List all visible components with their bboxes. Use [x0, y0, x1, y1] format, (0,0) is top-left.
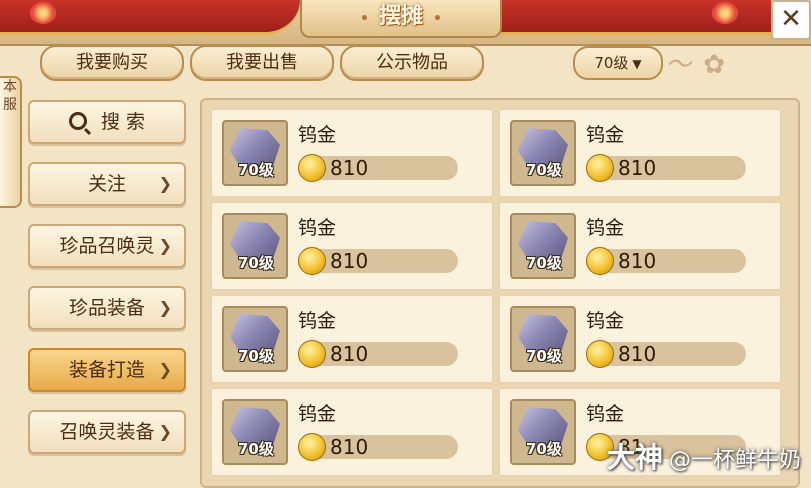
- item-price: 810: [330, 435, 369, 459]
- item-price: 810: [618, 249, 657, 273]
- menu-equipment-forge[interactable]: 装备打造 ❯: [28, 348, 186, 392]
- item-thumbnail: 70级: [222, 399, 288, 465]
- item-level: 70级: [238, 254, 274, 272]
- price-bar: 810: [586, 154, 746, 182]
- flower-icon: [712, 2, 738, 24]
- price-bar: 810: [298, 340, 458, 368]
- menu-search[interactable]: 搜 索: [28, 100, 186, 144]
- item-card[interactable]: 70级 钨金 810: [498, 294, 782, 384]
- side-tab[interactable]: 本服: [0, 76, 22, 208]
- coin-icon: [586, 340, 614, 368]
- item-thumbnail: 70级: [222, 213, 288, 279]
- flower-icon: [30, 2, 56, 24]
- menu-follow[interactable]: 关注 ❯: [28, 162, 186, 206]
- coin-icon: [298, 340, 326, 368]
- price-bar: 810: [298, 433, 458, 461]
- item-name: 钨金: [298, 217, 337, 239]
- menu-rare-equipment[interactable]: 珍品装备 ❯: [28, 286, 186, 330]
- level-select-value: 70级: [594, 54, 629, 72]
- item-card[interactable]: 70级 钨金 810: [210, 294, 494, 384]
- item-price: 810: [330, 156, 369, 180]
- item-level: 70级: [526, 347, 562, 365]
- price-bar: 810: [298, 154, 458, 182]
- tab-sell[interactable]: 我要出售: [190, 45, 334, 81]
- price-bar: 810: [586, 247, 746, 275]
- item-name: 钨金: [586, 310, 625, 332]
- coin-icon: [298, 247, 326, 275]
- menu-label: 关注: [87, 173, 126, 195]
- price-bar: 810: [298, 247, 458, 275]
- item-thumbnail: 70级: [510, 306, 576, 372]
- menu-summon-equipment[interactable]: 召唤灵装备 ❯: [28, 410, 186, 454]
- chevron-right-icon: ❯: [158, 174, 172, 193]
- item-thumbnail: 70级: [510, 120, 576, 186]
- item-card[interactable]: 70级 钨金 810: [210, 387, 494, 477]
- item-card[interactable]: 70级 钨金 810: [498, 201, 782, 291]
- item-level: 70级: [526, 440, 562, 458]
- chevron-right-icon: ❯: [158, 422, 172, 441]
- item-name: 钨金: [586, 403, 625, 425]
- item-card[interactable]: 70级 钨金 810: [498, 108, 782, 198]
- menu-label: 装备打造: [68, 359, 145, 381]
- item-price: 810: [618, 342, 657, 366]
- close-icon: ✕: [780, 4, 802, 34]
- search-icon: [68, 112, 87, 130]
- item-name: 钨金: [586, 124, 625, 146]
- side-tab-label: 本服: [3, 79, 17, 113]
- item-thumbnail: 70级: [510, 213, 576, 279]
- chevron-right-icon: ❯: [158, 236, 172, 255]
- close-button[interactable]: ✕: [771, 0, 811, 40]
- level-select[interactable]: 70级 ▼: [573, 46, 663, 80]
- tab-public[interactable]: 公示物品: [340, 45, 484, 81]
- item-level: 70级: [238, 440, 274, 458]
- watermark: 大神 @一杯鲜牛奶: [607, 436, 801, 476]
- item-price: 810: [618, 156, 657, 180]
- menu-label: 召唤灵装备: [59, 421, 155, 443]
- menu-label: 搜 索: [100, 111, 146, 133]
- item-price: 810: [330, 249, 369, 273]
- page-title: 摆摊: [378, 4, 423, 29]
- price-bar: 810: [586, 340, 746, 368]
- title-plaque: • 摆摊 •: [300, 0, 502, 38]
- item-price: 810: [330, 342, 369, 366]
- menu-label: 珍品装备: [68, 297, 145, 319]
- tab-buy[interactable]: 我要购买: [40, 45, 184, 81]
- decorative-text: 〜 ✿: [665, 50, 728, 80]
- watermark-text: @一杯鲜牛奶: [668, 448, 801, 473]
- item-level: 70级: [238, 347, 274, 365]
- coin-icon: [586, 154, 614, 182]
- coin-icon: [586, 247, 614, 275]
- item-name: 钨金: [298, 403, 337, 425]
- item-level: 70级: [526, 161, 562, 179]
- caret-down-icon: ▼: [632, 57, 642, 71]
- item-name: 钨金: [298, 124, 337, 146]
- coin-icon: [298, 154, 326, 182]
- chevron-right-icon: ❯: [158, 360, 172, 379]
- menu-rare-summon[interactable]: 珍品召唤灵 ❯: [28, 224, 186, 268]
- item-thumbnail: 70级: [510, 399, 576, 465]
- item-level: 70级: [526, 254, 562, 272]
- chevron-right-icon: ❯: [158, 298, 172, 317]
- coin-icon: [298, 433, 326, 461]
- item-grid: 70级 钨金 810 70级 钨金 810 70级 钨金 810 70级 钨金 …: [200, 98, 800, 488]
- item-name: 钨金: [298, 310, 337, 332]
- item-card[interactable]: 70级 钨金 810: [210, 108, 494, 198]
- watermark-brand: 大神: [606, 441, 663, 474]
- item-thumbnail: 70级: [222, 120, 288, 186]
- item-thumbnail: 70级: [222, 306, 288, 372]
- item-name: 钨金: [586, 217, 625, 239]
- item-level: 70级: [238, 161, 274, 179]
- menu-label: 珍品召唤灵: [59, 235, 155, 257]
- item-card[interactable]: 70级 钨金 810: [210, 201, 494, 291]
